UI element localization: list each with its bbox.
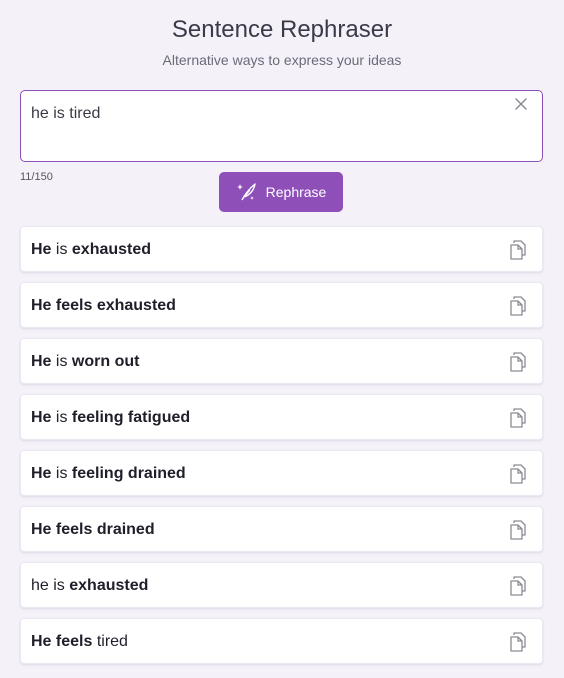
copy-icon[interactable] <box>508 575 528 597</box>
result-text-plain: is <box>51 353 72 370</box>
result-text-bold: He <box>31 465 52 482</box>
result-text-plain: he is <box>31 577 70 594</box>
character-counter: 11/150 <box>20 171 53 183</box>
rephrase-button[interactable]: Rephrase <box>219 172 343 212</box>
result-text-bold: feeling drained <box>71 465 186 482</box>
sentence-rephraser-app: Sentence Rephraser Alternative ways to e… <box>0 0 564 678</box>
page-subtitle: Alternative ways to express your ideas <box>162 52 402 68</box>
result-card: He is exhausted <box>20 226 543 272</box>
result-text-bold: He <box>31 409 52 426</box>
result-text-plain: is <box>51 241 72 258</box>
result-text: He feels exhausted <box>31 297 176 315</box>
result-card: He is feeling drained <box>20 450 543 496</box>
result-text: He feels tired <box>31 633 128 651</box>
result-card: He feels tired <box>20 618 543 664</box>
sentence-input[interactable]: he is tired <box>20 90 543 162</box>
result-text-bold: He feels <box>31 633 93 650</box>
copy-icon[interactable] <box>508 463 528 485</box>
result-card: He is worn out <box>20 338 543 384</box>
result-text-bold: worn out <box>71 353 140 370</box>
result-card: He feels exhausted <box>20 282 543 328</box>
close-icon[interactable] <box>514 97 528 111</box>
result-text-bold: He feels drained <box>31 521 155 538</box>
result-text: He feels drained <box>31 521 155 539</box>
rephrase-button-label: Rephrase <box>265 184 327 200</box>
result-card: He is feeling fatigued <box>20 394 543 440</box>
result-text: He is feeling fatigued <box>31 409 190 427</box>
result-text-bold: He <box>31 353 52 370</box>
copy-icon[interactable] <box>508 351 528 373</box>
copy-icon[interactable] <box>508 407 528 429</box>
result-text-bold: He <box>31 241 52 258</box>
result-text: He is feeling drained <box>31 465 186 483</box>
result-text-plain: tired <box>92 633 128 650</box>
copy-icon[interactable] <box>508 295 528 317</box>
result-text-plain: is <box>51 409 72 426</box>
result-text: He is exhausted <box>31 241 151 259</box>
copy-icon[interactable] <box>508 631 528 653</box>
copy-icon[interactable] <box>508 239 528 261</box>
sentence-input-value[interactable]: he is tired <box>31 105 502 123</box>
copy-icon[interactable] <box>508 519 528 541</box>
sparkle-feather-icon <box>236 183 256 201</box>
result-text-bold: He feels exhausted <box>31 297 176 314</box>
result-text-bold: exhausted <box>69 577 149 594</box>
result-text-bold: exhausted <box>71 241 152 258</box>
result-text-plain: is <box>51 465 72 482</box>
page-title: Sentence Rephraser <box>171 16 393 43</box>
result-text: He is worn out <box>31 353 139 371</box>
result-text: he is exhausted <box>31 577 148 595</box>
result-card: he is exhausted <box>20 562 543 608</box>
result-card: He feels drained <box>20 506 543 552</box>
result-text-bold: feeling fatigued <box>71 409 191 426</box>
